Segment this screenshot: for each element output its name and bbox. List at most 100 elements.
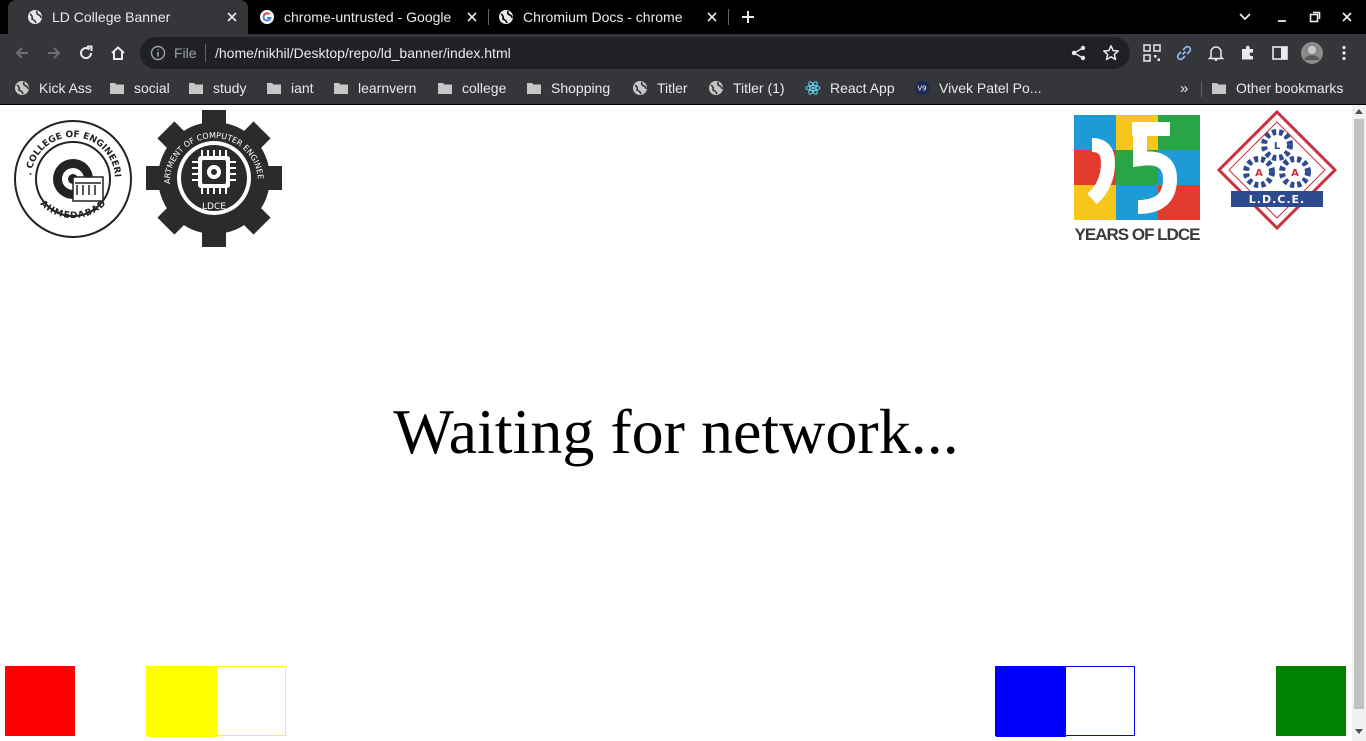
arrow-right-icon [48,47,61,59]
bookmark-label: social [134,80,170,96]
link-extension[interactable] [1174,43,1194,63]
bookmark-kick-ass[interactable]: Kick Ass [14,78,92,98]
bookmark-iant[interactable]: iant [266,78,314,98]
new-tab-button[interactable] [736,5,760,29]
link-icon [1176,45,1192,61]
minimize-button[interactable] [1270,5,1294,29]
bookmarks-bar: Kick Ass social study iant learnvern col… [0,72,1366,105]
folder-icon [1212,83,1226,94]
other-bookmarks-folder[interactable]: Other bookmarks [1211,78,1343,98]
globe-icon [15,81,29,95]
folder-icon [438,83,452,94]
bookmark-label: study [213,80,247,96]
tab-ld-college-banner[interactable]: LD College Banner [8,0,248,34]
folder-icon [267,83,281,94]
bookmark-label: Kick Ass [39,80,92,96]
menu-button[interactable] [1334,43,1354,63]
restore-icon [1309,11,1321,23]
reload-icon [80,45,93,60]
bookmark-label: Titler [657,80,688,96]
tab-search-button[interactable] [1233,5,1257,29]
folder-icon [527,83,541,94]
bookmark-shopping[interactable]: Shopping [526,78,610,98]
react-icon [805,81,821,95]
red-square [5,666,75,736]
bookmark-titler[interactable]: Titler [632,78,688,98]
home-button[interactable] [104,39,132,67]
network-status-text: Waiting for network... [393,396,959,467]
bookmark-label: learnvern [358,80,417,96]
bookmark-study[interactable]: study [188,78,246,98]
bookmark-label: Other bookmarks [1236,80,1344,96]
bookmark-vivek-patel[interactable]: V9 Vivek Patel Po... [914,78,1041,98]
bookmark-learnvern[interactable]: learnvern [333,78,416,98]
forward-button[interactable] [40,39,68,67]
tab-separator [728,9,729,25]
green-square [1276,666,1346,736]
scrollbar-thumb[interactable] [1354,119,1364,709]
omnibox-divider [205,44,206,62]
ldce-alumni-logo: L A A L.D.C.E. [1217,110,1337,230]
google-icon [260,10,274,24]
address-bar[interactable]: File /home/nikhil/Desktop/repo/ld_banner… [140,37,1130,69]
globe-icon [633,81,647,95]
minimize-icon [1278,20,1286,22]
page-viewport: L.D. COLLEGE OF ENGINEERING AHMEDABAD DE… [0,105,1352,741]
bookmarks-divider [1201,81,1202,97]
side-panel-icon [1272,46,1288,60]
bell-icon [1207,46,1225,61]
reload-button[interactable] [72,39,100,67]
chevron-down-icon [1239,13,1251,21]
profile-avatar[interactable] [1300,41,1324,65]
close-window-button[interactable] [1335,5,1359,29]
toolbar: File /home/nikhil/Desktop/repo/ld_banner… [0,34,1366,72]
folder-icon [189,83,203,94]
bookmarks-overflow-button[interactable]: » [1180,78,1188,98]
tab-strip: LD College Banner chrome-untrusted - Goo… [0,0,1366,34]
alumni-caption: L.D.C.E. [1249,193,1305,206]
star-icon[interactable] [1102,44,1120,62]
scroll-down-icon[interactable] [1355,729,1363,735]
share-icon[interactable] [1070,44,1088,62]
back-button[interactable] [8,39,36,67]
folder-icon [334,83,348,94]
qr-code-extension[interactable] [1142,43,1162,63]
bookmark-label: React App [830,80,895,96]
page-scrollbar[interactable] [1352,105,1366,741]
bookmark-titler-1[interactable]: Titler (1) [708,78,785,98]
qr-code-icon [1143,44,1161,62]
extensions-button[interactable] [1238,43,1258,63]
home-icon [111,46,125,60]
anniversary-caption: YEARS OF LDCE [1075,225,1200,244]
bookmark-label: iant [291,80,314,96]
puzzle-icon [1242,45,1253,60]
bookmark-label: Titler (1) [733,80,785,96]
alumni-letter-l: L [1274,141,1281,152]
yellow-square [147,667,217,737]
blue-outlined-box [995,666,1135,737]
computer-dept-logo: DEPARTMENT OF COMPUTER ENGINEERING LDCE [146,110,282,247]
bookmark-college[interactable]: college [437,78,506,98]
close-tab-icon[interactable] [222,7,242,27]
info-icon[interactable] [150,45,166,61]
url-text[interactable]: /home/nikhil/Desktop/repo/ld_banner/inde… [215,45,511,61]
globe-icon [709,81,723,95]
dept-bottom-text: LDCE [202,202,226,212]
svg-text:V9: V9 [917,85,926,93]
overflow-chevron-icon: » [1180,79,1189,97]
restore-button[interactable] [1303,5,1327,29]
scroll-up-icon[interactable] [1355,108,1363,114]
alumni-letter-a: A [1291,168,1299,179]
bookmark-social[interactable]: social [109,78,170,98]
close-tab-icon[interactable] [702,7,722,27]
alumni-letter-a: A [1255,168,1263,179]
close-tab-icon[interactable] [462,7,482,27]
tab-title: Chromium Docs - chrome [523,9,683,25]
tab-title: LD College Banner [52,9,171,25]
bell-extension[interactable] [1206,43,1226,63]
bookmark-react-app[interactable]: React App [805,78,895,98]
side-panel-button[interactable] [1270,43,1290,63]
tab-chrome-untrusted[interactable]: chrome-untrusted - Google [248,0,488,34]
v9-icon: V9 [914,80,930,96]
tab-chromium-docs[interactable]: Chromium Docs - chrome [488,0,728,34]
